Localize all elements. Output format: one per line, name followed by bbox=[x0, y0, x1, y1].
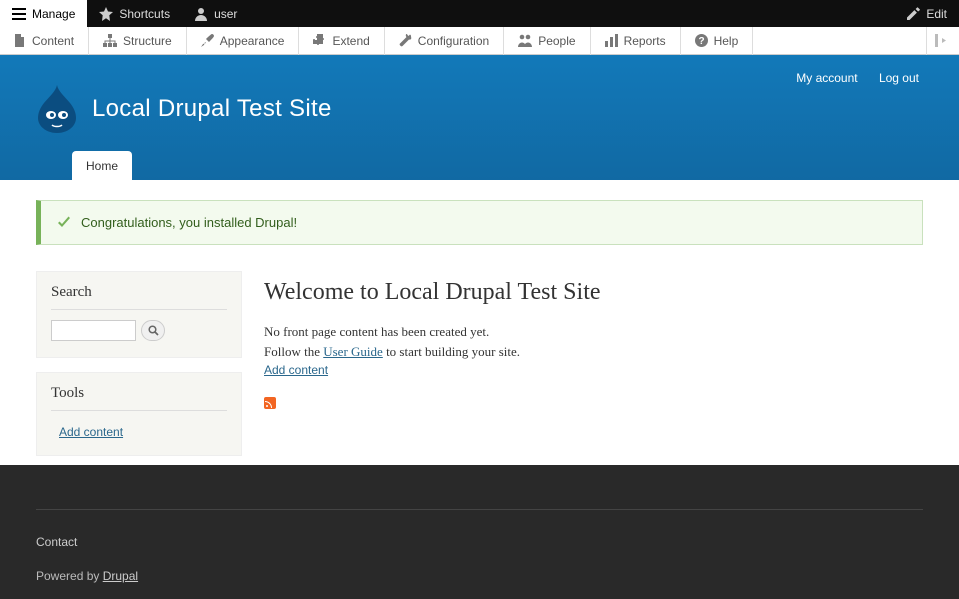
admin-help-label: Help bbox=[714, 34, 739, 48]
toolbar-top: Manage Shortcuts user Edit bbox=[0, 0, 959, 27]
bars-icon bbox=[605, 34, 618, 47]
tools-add-content-link[interactable]: Add content bbox=[51, 421, 123, 439]
shortcuts-button[interactable]: Shortcuts bbox=[87, 0, 182, 27]
admin-help[interactable]: ? Help bbox=[681, 27, 754, 55]
status-text: Congratulations, you installed Drupal! bbox=[81, 215, 297, 230]
magnifier-icon bbox=[148, 325, 159, 336]
pencil-icon bbox=[907, 7, 920, 20]
checkmark-icon bbox=[57, 216, 71, 230]
user-button[interactable]: user bbox=[182, 0, 249, 27]
edit-label: Edit bbox=[926, 7, 947, 21]
footer: Contact Powered by Drupal bbox=[0, 465, 959, 599]
admin-appearance[interactable]: Appearance bbox=[187, 27, 300, 55]
rss-icon[interactable] bbox=[264, 397, 276, 409]
star-icon bbox=[99, 7, 113, 21]
user-links: My account Log out bbox=[778, 71, 919, 85]
my-account-link[interactable]: My account bbox=[796, 71, 857, 85]
admin-people-label: People bbox=[538, 34, 575, 48]
svg-text:?: ? bbox=[698, 36, 704, 47]
content-area: Congratulations, you installed Drupal! S… bbox=[0, 180, 959, 496]
user-guide-link[interactable]: User Guide bbox=[323, 344, 383, 359]
add-content-link[interactable]: Add content bbox=[264, 363, 328, 377]
drupal-link[interactable]: Drupal bbox=[103, 569, 138, 583]
help-icon: ? bbox=[695, 34, 708, 47]
admin-people[interactable]: People bbox=[504, 27, 590, 55]
admin-content-label: Content bbox=[32, 34, 74, 48]
paintbrush-icon bbox=[201, 34, 214, 47]
no-front-text: No front page content has been created y… bbox=[264, 322, 923, 342]
admin-structure[interactable]: Structure bbox=[89, 27, 187, 55]
manage-button[interactable]: Manage bbox=[0, 0, 87, 27]
search-submit-button[interactable] bbox=[141, 320, 165, 341]
shortcuts-label: Shortcuts bbox=[119, 7, 170, 21]
wrench-icon bbox=[399, 34, 412, 47]
powered-by: Powered by Drupal bbox=[36, 569, 923, 583]
tools-block: Tools Add content bbox=[36, 372, 242, 456]
user-label: user bbox=[214, 7, 237, 21]
admin-configuration[interactable]: Configuration bbox=[385, 27, 504, 55]
page-title: Welcome to Local Drupal Test Site bbox=[264, 279, 923, 306]
manage-label: Manage bbox=[32, 7, 75, 21]
follow-line: Follow the User Guide to start building … bbox=[264, 342, 923, 362]
admin-extend-label: Extend bbox=[332, 34, 369, 48]
tools-title: Tools bbox=[51, 385, 227, 411]
structure-icon bbox=[103, 34, 117, 47]
tab-home[interactable]: Home bbox=[72, 151, 132, 180]
columns: Search Tools Add content Welcome to Loca… bbox=[36, 271, 923, 456]
admin-content[interactable]: Content bbox=[0, 27, 89, 55]
main-column: Welcome to Local Drupal Test Site No fro… bbox=[264, 271, 923, 456]
admin-extend[interactable]: Extend bbox=[299, 27, 384, 55]
search-title: Search bbox=[51, 284, 227, 310]
drupal-logo-icon[interactable] bbox=[36, 85, 78, 133]
primary-tabs: Home bbox=[36, 151, 959, 180]
admin-structure-label: Structure bbox=[123, 34, 172, 48]
toggle-icon bbox=[935, 34, 951, 47]
edit-button[interactable]: Edit bbox=[895, 0, 959, 27]
admin-reports[interactable]: Reports bbox=[591, 27, 681, 55]
status-message: Congratulations, you installed Drupal! bbox=[36, 200, 923, 245]
site-header: My account Log out Local Drupal Test Sit… bbox=[0, 55, 959, 180]
user-silhouette-icon bbox=[194, 7, 208, 21]
puzzle-icon bbox=[313, 34, 326, 47]
search-block: Search bbox=[36, 271, 242, 358]
sidebar: Search Tools Add content bbox=[36, 271, 242, 456]
admin-appearance-label: Appearance bbox=[220, 34, 285, 48]
toolbar-admin: Content Structure Appearance Extend Conf… bbox=[0, 27, 959, 55]
site-name[interactable]: Local Drupal Test Site bbox=[92, 95, 332, 123]
search-input[interactable] bbox=[51, 320, 136, 341]
body-text: No front page content has been created y… bbox=[264, 322, 923, 361]
document-icon bbox=[14, 34, 26, 47]
hamburger-icon bbox=[12, 7, 26, 21]
footer-contact-link[interactable]: Contact bbox=[36, 535, 923, 549]
admin-reports-label: Reports bbox=[624, 34, 666, 48]
admin-configuration-label: Configuration bbox=[418, 34, 489, 48]
orientation-toggle[interactable] bbox=[926, 27, 959, 55]
log-out-link[interactable]: Log out bbox=[879, 71, 919, 85]
people-icon bbox=[518, 34, 532, 47]
